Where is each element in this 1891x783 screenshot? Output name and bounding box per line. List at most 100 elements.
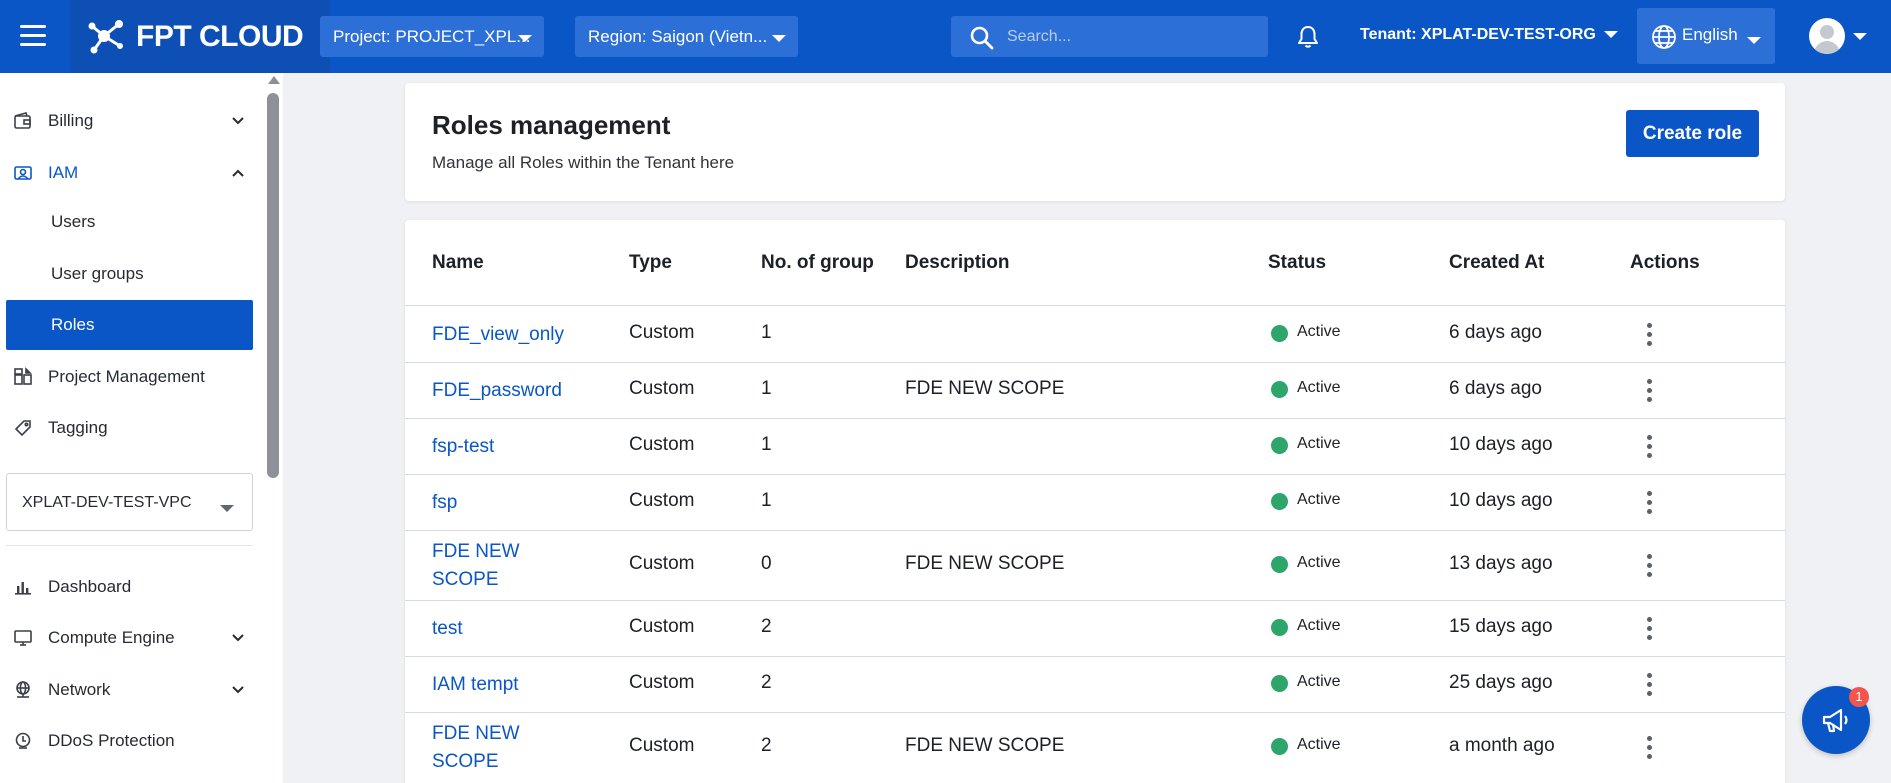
megaphone-icon [1822, 708, 1848, 733]
search-box[interactable] [951, 16, 1268, 57]
sidebar-item-label: IAM [48, 163, 79, 182]
sidebar-divider [6, 545, 253, 546]
language-selector[interactable]: English [1637, 8, 1775, 64]
role-name-link[interactable]: fsp [432, 489, 562, 517]
language-label: English [1682, 25, 1738, 44]
tenant-selector[interactable]: Tenant: XPLAT-DEV-TEST-ORG [1360, 26, 1618, 44]
role-description: FDE NEW SCOPE [905, 553, 1065, 574]
sidebar-item-tagging[interactable]: Tagging [0, 404, 262, 452]
page-title: Roles management [432, 110, 671, 140]
chevron-down-icon [232, 686, 244, 694]
role-description: FDE NEW SCOPE [905, 378, 1065, 399]
monitor-icon [14, 630, 32, 646]
top-bar: FPT CLOUD Project: PROJECT_XPL... Region… [0, 0, 1891, 73]
role-name-link[interactable]: test [432, 615, 562, 643]
status-text: Active [1297, 736, 1341, 753]
scroll-thumb[interactable] [267, 93, 279, 478]
role-name-link[interactable]: FDE NEW SCOPE [432, 720, 562, 776]
sidebar-item-users[interactable]: Users [6, 197, 253, 247]
sidebar-item-label: Compute Engine [48, 628, 175, 647]
role-name-link[interactable]: FDE NEW SCOPE [432, 538, 562, 594]
region-selector-label: Region: Saigon (Vietn... [588, 27, 768, 46]
chevron-down-icon [518, 35, 532, 42]
status-text: Active [1297, 435, 1341, 452]
chevron-down-icon [220, 505, 234, 512]
more-actions-icon[interactable] [1642, 554, 1656, 580]
role-name-link[interactable]: IAM tempt [432, 671, 562, 699]
more-actions-icon[interactable] [1642, 673, 1656, 699]
role-type: Custom [629, 322, 695, 343]
role-group-count: 0 [761, 553, 772, 574]
sidebar-item-dashboard[interactable]: Dashboard [0, 563, 262, 611]
role-created-at: a month ago [1449, 735, 1555, 756]
role-group-count: 1 [761, 490, 772, 511]
wallet-icon [14, 112, 31, 129]
role-created-at: 15 days ago [1449, 616, 1553, 637]
chevron-down-icon [1603, 31, 1618, 39]
more-actions-icon[interactable] [1642, 379, 1656, 405]
sidebar-item-billing[interactable]: Billing [0, 97, 262, 145]
avatar[interactable] [1809, 18, 1845, 54]
sidebar-item-compute-engine[interactable]: Compute Engine [0, 614, 262, 662]
role-name-link[interactable]: fsp-test [432, 433, 562, 461]
more-actions-icon[interactable] [1642, 617, 1656, 643]
status-dot [1271, 619, 1288, 636]
globe-network-icon [16, 681, 30, 698]
globe-icon [1652, 25, 1676, 49]
sidebar-item-user-groups[interactable]: User groups [6, 249, 253, 299]
vpc-selector[interactable]: XPLAT-DEV-TEST-VPC [6, 473, 253, 531]
menu-icon[interactable] [20, 25, 48, 47]
column-header-name: Name [432, 252, 484, 273]
table-row: fsp Custom 1 Active 10 days ago [405, 475, 1785, 531]
logo[interactable]: FPT CLOUD [70, 0, 330, 73]
status-dot [1271, 493, 1288, 510]
table-row: FDE NEW SCOPE Custom 2 FDE NEW SCOPE Act… [405, 713, 1785, 783]
role-type: Custom [629, 490, 695, 511]
more-actions-icon[interactable] [1642, 491, 1656, 517]
chevron-up-icon [232, 169, 244, 177]
bell-icon[interactable] [1297, 25, 1319, 54]
region-selector[interactable]: Region: Saigon (Vietn... [575, 16, 798, 57]
tenant-label: Tenant: XPLAT-DEV-TEST-ORG [1360, 26, 1596, 43]
role-created-at: 10 days ago [1449, 434, 1553, 455]
role-group-count: 1 [761, 378, 772, 399]
status-dot [1271, 325, 1288, 342]
role-group-count: 1 [761, 322, 772, 343]
sidebar-item-label: User groups [51, 264, 144, 283]
more-actions-icon[interactable] [1642, 736, 1656, 762]
more-actions-icon[interactable] [1642, 323, 1656, 349]
sidebar-item-project-management[interactable]: Project Management [0, 353, 262, 401]
role-name-link[interactable]: FDE_view_only [432, 321, 564, 349]
sidebar-item-network[interactable]: Network [0, 666, 262, 714]
role-type: Custom [629, 672, 695, 693]
role-description: FDE NEW SCOPE [905, 735, 1065, 756]
project-selector-label: Project: PROJECT_XPL... [333, 27, 531, 46]
notification-badge: 1 [1849, 687, 1869, 707]
table-row: FDE_view_only Custom 1 Active 6 days ago [405, 307, 1785, 363]
page-subtitle: Manage all Roles within the Tenant here [432, 153, 735, 172]
role-group-count: 1 [761, 434, 772, 455]
project-selector[interactable]: Project: PROJECT_XPL... [320, 16, 544, 57]
ddos-icon [15, 732, 31, 749]
role-type: Custom [629, 735, 695, 756]
sidebar-item-roles[interactable]: Roles [6, 300, 253, 350]
search-icon [970, 26, 994, 50]
table-row: FDE_password Custom 1 FDE NEW SCOPE Acti… [405, 363, 1785, 419]
sidebar-item-iam[interactable]: IAM [0, 149, 262, 197]
sidebar-item-label: Roles [51, 315, 95, 334]
search-input[interactable] [1007, 16, 1257, 57]
user-menu-chevron-icon[interactable] [1853, 33, 1867, 40]
more-actions-icon[interactable] [1642, 435, 1656, 461]
status-text: Active [1297, 323, 1341, 340]
scroll-up-arrow-icon[interactable] [268, 76, 280, 84]
status-text: Active [1297, 379, 1341, 396]
create-role-button[interactable]: Create role [1626, 110, 1759, 157]
tag-icon [14, 420, 31, 437]
column-header-groups: No. of group [761, 252, 874, 273]
sidebar-item-ddos-protection[interactable]: DDoS Protection [0, 717, 262, 765]
chevron-down-icon [232, 117, 244, 125]
role-name-link[interactable]: FDE_password [432, 377, 562, 405]
sidebar-scrollbar[interactable] [264, 73, 283, 783]
role-created-at: 6 days ago [1449, 322, 1542, 343]
column-header-actions: Actions [1630, 252, 1700, 273]
